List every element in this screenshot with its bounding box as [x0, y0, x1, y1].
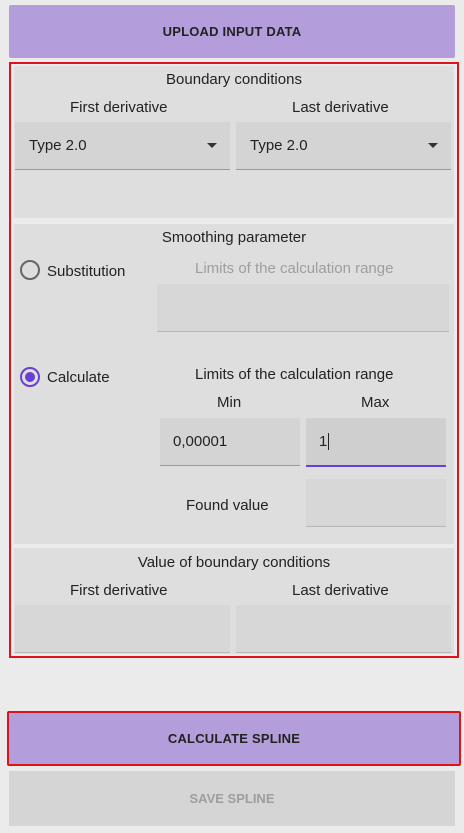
substitution-range-label: Limits of the calculation range — [195, 260, 394, 277]
first-derivative-value-label: First derivative — [70, 582, 168, 599]
max-range-value: 1 — [319, 433, 328, 450]
boundary-values-section: Value of boundary conditions First deriv… — [14, 548, 454, 654]
min-range-input[interactable]: 0,00001 — [160, 418, 300, 466]
min-label: Min — [217, 394, 242, 411]
last-derivative-value-label: Last derivative — [292, 582, 389, 599]
boundary-values-title: Value of boundary conditions — [137, 554, 331, 571]
max-label: Max — [361, 394, 390, 411]
upload-input-data-button[interactable]: UPLOAD INPUT DATA — [9, 5, 455, 58]
last-derivative-select-value: Type 2.0 — [250, 137, 308, 154]
last-derivative-value-output — [236, 605, 451, 653]
dropdown-arrow-icon — [207, 143, 217, 148]
max-range-input[interactable]: 1 — [306, 418, 446, 467]
calculate-range-label: Limits of the calculation range — [195, 366, 394, 383]
min-range-value: 0,00001 — [173, 433, 228, 450]
substitution-value-input[interactable] — [157, 284, 449, 332]
calculate-label[interactable]: Calculate — [47, 369, 110, 386]
first-derivative-value-output — [15, 605, 230, 653]
first-derivative-label: First derivative — [70, 99, 168, 116]
substitution-radio[interactable] — [20, 260, 40, 280]
boundary-conditions-section: Boundary conditions First derivative Las… — [14, 66, 454, 218]
first-derivative-select-value: Type 2.0 — [29, 137, 87, 154]
calculate-spline-button-frame: CALCULATE SPLINE — [7, 711, 461, 766]
smoothing-parameter-title: Smoothing parameter — [161, 229, 307, 246]
found-value-output — [306, 479, 446, 527]
save-spline-button[interactable]: SAVE SPLINE — [9, 771, 455, 826]
text-caret — [328, 433, 330, 450]
first-derivative-select[interactable]: Type 2.0 — [15, 122, 230, 170]
smoothing-parameter-section: Smoothing parameter Substitution Limits … — [14, 224, 454, 544]
settings-panel: Boundary conditions First derivative Las… — [9, 62, 459, 658]
substitution-label[interactable]: Substitution — [47, 263, 125, 280]
last-derivative-select[interactable]: Type 2.0 — [236, 122, 451, 170]
calculate-radio[interactable] — [20, 367, 40, 387]
dropdown-arrow-icon — [428, 143, 438, 148]
found-value-label: Found value — [186, 497, 269, 514]
last-derivative-label: Last derivative — [292, 99, 389, 116]
calculate-spline-button[interactable]: CALCULATE SPLINE — [9, 713, 459, 764]
boundary-conditions-title: Boundary conditions — [166, 71, 302, 88]
